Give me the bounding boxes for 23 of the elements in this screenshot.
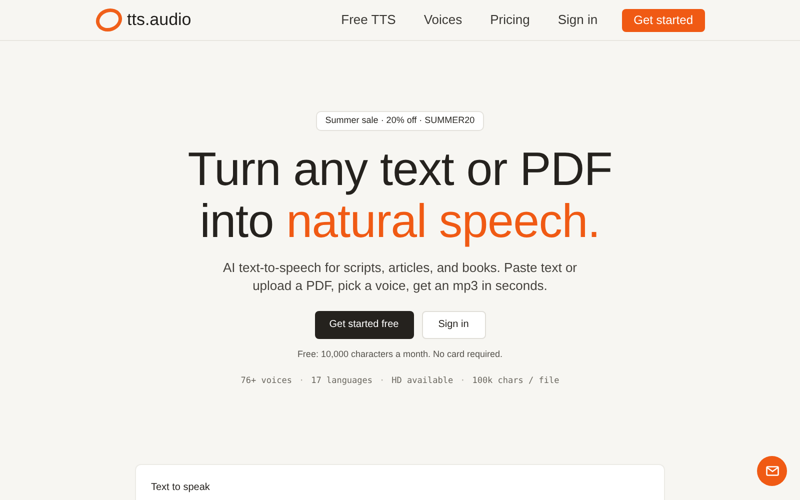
stat-text: 76+ voices — [240, 375, 292, 388]
separator-dot: · — [380, 375, 385, 388]
headline-text: into natural speech. — [200, 194, 600, 246]
subtitle-text: AI text-to-speech for scripts, articles, and books. Paste text or upload a PDF, pick a voice, get an mp3 in seconds. — [222, 258, 578, 294]
headline-text: Turn any text or PDF — [188, 142, 612, 194]
ring-logo-icon[interactable] — [95, 7, 125, 33]
field-label: Text to speak — [151, 480, 211, 495]
stat-text: HD available — [392, 375, 454, 388]
sign-in-button[interactable]: Sign in — [422, 310, 486, 338]
get-started-free-button[interactable]: Get started free — [314, 310, 414, 338]
promo-badge: Summer sale · 20% off · SUMMER20 — [316, 111, 484, 130]
stat-text: 100k chars / file — [472, 375, 560, 388]
stat-text: 17 languages — [311, 375, 373, 388]
nav-link[interactable]: Pricing — [490, 10, 530, 30]
mail-icon — [766, 466, 778, 476]
nav-link[interactable]: Sign in — [558, 10, 598, 30]
logo-text[interactable]: tts.audio — [127, 7, 192, 33]
nav-link[interactable]: Voices — [424, 10, 462, 30]
nav-link[interactable]: Free TTS — [341, 10, 396, 30]
separator-dot: · — [460, 375, 466, 388]
mail-button[interactable] — [757, 456, 787, 486]
separator-dot: · — [298, 375, 304, 388]
free-tier-note: Free: 10,000 characters a month. No card required. — [297, 348, 503, 361]
